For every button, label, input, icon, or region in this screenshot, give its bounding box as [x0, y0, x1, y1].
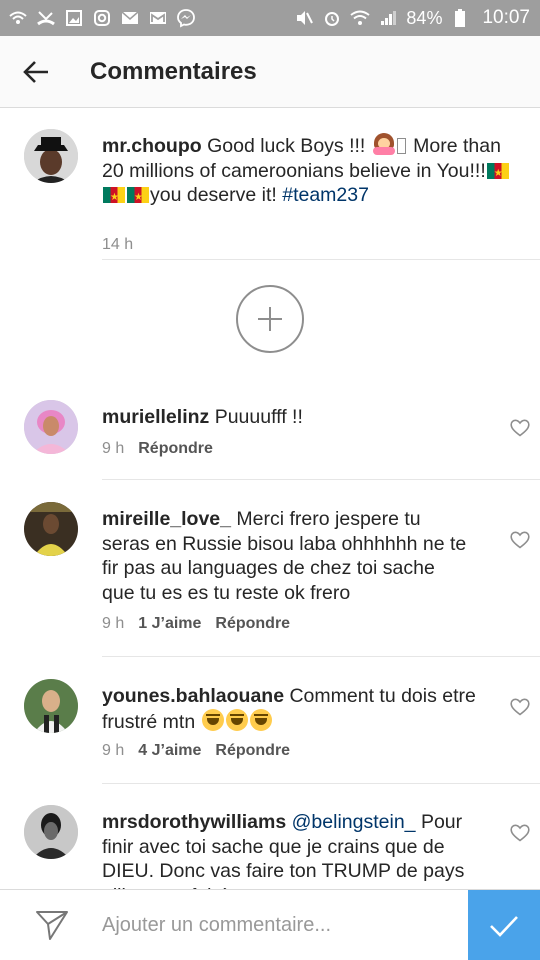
email-icon [120, 8, 140, 28]
wifi-icon [350, 8, 371, 28]
likes-count[interactable]: 4 J’aime [138, 742, 201, 760]
divider [102, 259, 540, 260]
comment-text: mireille_love_ Merci frero jespere tu se… [102, 507, 472, 605]
missed-call-icon [36, 8, 56, 28]
heart-outline-icon [510, 824, 530, 842]
comment-text: muriellelinz Puuuufff !! [102, 405, 482, 430]
load-more-button[interactable] [236, 285, 304, 353]
messenger-icon [176, 8, 196, 28]
caption-username[interactable]: mr.choupo [102, 135, 202, 157]
caption-text: mr.choupo Good luck Boys !!! More than 2… [102, 133, 512, 211]
status-bar: 84% 10:07 [0, 0, 540, 36]
missing-glyph-icon [396, 138, 406, 154]
like-button[interactable] [508, 696, 532, 718]
wifi-call-icon [8, 8, 28, 28]
caption-time: 14 h [102, 236, 134, 253]
comment-time: 9 h [102, 440, 125, 457]
comment-username[interactable]: mireille_love_ [102, 508, 231, 530]
check-icon [490, 915, 518, 937]
comment-input[interactable] [102, 913, 462, 937]
avatar[interactable] [24, 805, 78, 859]
laughing-emoji-icon [201, 708, 224, 731]
plus-circle-icon [258, 307, 282, 331]
battery-icon [450, 8, 470, 28]
avatar[interactable] [24, 400, 78, 454]
arrow-left-icon [23, 60, 48, 83]
comment-time: 9 h [102, 615, 125, 632]
page-title: Commentaires [90, 57, 257, 85]
cameroon-flag-icon [103, 186, 125, 211]
reply-button[interactable]: Répondre [215, 615, 290, 633]
caption-text-3: you deserve it! [150, 184, 283, 206]
system-icons: 84% 10:07 [294, 7, 530, 29]
clock: 10:07 [482, 7, 530, 28]
caption-text-1: Good luck Boys !!! [207, 135, 371, 157]
comment-username[interactable]: mrsdorothywilliams [102, 811, 286, 833]
divider [102, 479, 540, 480]
like-button[interactable] [508, 822, 532, 844]
post-comment-button[interactable] [468, 890, 540, 960]
laughing-emoji-icon [225, 708, 248, 731]
gallery-icon [64, 8, 84, 28]
app-bar: Commentaires [0, 36, 540, 108]
like-button[interactable] [508, 417, 532, 439]
avatar[interactable] [24, 502, 78, 556]
girl-emoji-icon [372, 133, 395, 155]
divider [102, 656, 540, 657]
cameroon-flag-icon [486, 162, 509, 186]
back-button[interactable] [8, 44, 64, 100]
paper-plane-icon [36, 911, 68, 940]
comment-body: Puuuufff !! [214, 406, 303, 428]
divider [102, 783, 540, 784]
cameroon-flag-icon [127, 186, 149, 211]
comment-composer [0, 889, 540, 960]
heart-outline-icon [510, 419, 530, 437]
instagram-icon [92, 8, 112, 28]
laughing-emoji-icon [249, 708, 272, 731]
comment-username[interactable]: muriellelinz [102, 406, 209, 428]
reply-button[interactable]: Répondre [215, 742, 290, 760]
comment-meta: 9 h 4 J’aime Répondre [102, 742, 290, 760]
reply-button[interactable]: Répondre [138, 440, 213, 458]
notification-icons [8, 8, 196, 28]
avatar[interactable] [24, 129, 78, 183]
like-button[interactable] [508, 529, 532, 551]
avatar[interactable] [24, 679, 78, 733]
mention-link[interactable]: @belingstein_ [292, 811, 416, 833]
hashtag-link[interactable]: #team237 [282, 184, 369, 206]
comments-list[interactable]: mr.choupo Good luck Boys !!! More than 2… [0, 109, 540, 889]
alarm-icon [322, 8, 342, 28]
comment-meta: 9 h Répondre [102, 440, 213, 458]
comment-meta: 9 h 1 J’aime Répondre [102, 615, 290, 633]
signal-icon [378, 8, 398, 28]
caption-meta: 14 h [102, 236, 133, 254]
battery-percent: 84% [406, 7, 443, 28]
comment-time: 9 h [102, 742, 125, 759]
comment-text: younes.bahlaouane Comment tu dois etre f… [102, 684, 482, 734]
direct-send-button[interactable] [32, 905, 72, 945]
mute-icon [294, 8, 314, 28]
gmail-icon [148, 8, 168, 28]
heart-outline-icon [510, 531, 530, 549]
likes-count[interactable]: 1 J’aime [138, 615, 201, 633]
comment-username[interactable]: younes.bahlaouane [102, 685, 284, 707]
heart-outline-icon [510, 698, 530, 716]
comment-text: mrsdorothywilliams @belingstein_ Pour fi… [102, 810, 472, 889]
